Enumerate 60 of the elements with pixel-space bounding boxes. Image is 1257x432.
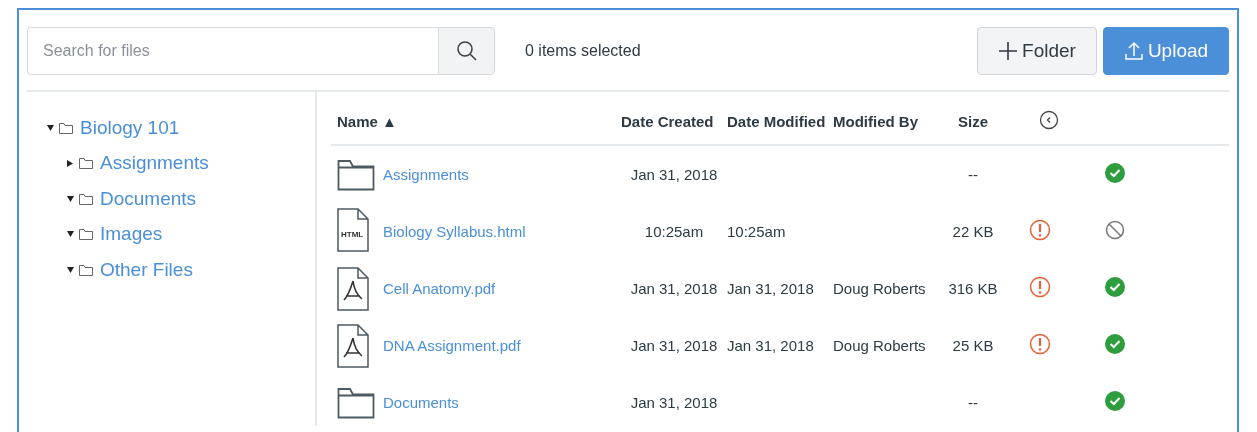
file-link[interactable]: Biology Syllabus.html	[383, 223, 621, 240]
folder-icon	[59, 121, 73, 134]
file-link[interactable]: Documents	[383, 394, 621, 411]
folder-icon	[79, 192, 93, 205]
table-cell-text: Jan 31, 2018	[629, 280, 719, 297]
folder-icon	[337, 158, 375, 191]
column-header[interactable]: Size	[937, 106, 1009, 130]
selection-count: 0 items selected	[525, 42, 642, 60]
tree-item[interactable]: Other Files	[100, 258, 193, 281]
table-cell-text: Doug Roberts	[833, 280, 927, 297]
tree-item[interactable]: Biology 101	[80, 116, 180, 139]
folder-icon	[79, 263, 93, 276]
expanded-arrow-icon[interactable]	[47, 124, 55, 131]
add-folder-button[interactable]: Folder	[977, 27, 1097, 75]
table-cell-text: 25 KB	[951, 337, 995, 354]
file-type-label: HTML	[341, 230, 364, 239]
search-field[interactable]: Search for files	[27, 27, 438, 75]
published-icon[interactable]	[1105, 277, 1125, 297]
file-link[interactable]: Assignments	[383, 166, 621, 183]
tree-item[interactable]: Documents	[100, 187, 197, 210]
pdf-file-icon	[337, 323, 369, 368]
table-cell-text: Jan 31, 2018	[629, 394, 719, 411]
file-link[interactable]: Cell Anatomy.pdf	[383, 280, 621, 297]
tree-item[interactable]: Images	[100, 223, 163, 246]
table-cell-text: 10:25am	[643, 223, 705, 240]
upload-icon	[1123, 41, 1144, 61]
unpublished-icon[interactable]	[1105, 220, 1125, 240]
folder-icon	[337, 386, 375, 419]
published-icon[interactable]	[1105, 334, 1125, 354]
collapsed-arrow-icon[interactable]	[67, 159, 75, 167]
expanded-arrow-icon[interactable]	[67, 231, 75, 238]
expanded-arrow-icon[interactable]	[67, 266, 75, 273]
search-icon	[455, 40, 478, 62]
file-link[interactable]: DNA Assignment.pdf	[383, 337, 621, 354]
table-cell-text: 316 KB	[947, 280, 999, 297]
table-cell-text: 10:25am	[727, 223, 787, 240]
column-header[interactable]: Date Modified	[727, 106, 833, 130]
published-icon[interactable]	[1105, 391, 1125, 411]
published-icon[interactable]	[1105, 163, 1125, 183]
html-file-icon	[337, 208, 369, 252]
table-cell-text: --	[967, 394, 979, 411]
table-cell-text: Jan 31, 2018	[629, 166, 719, 183]
column-header[interactable]: Modified By	[833, 106, 937, 130]
column-header[interactable]: Name ▲	[331, 106, 621, 130]
plus-icon	[998, 41, 1019, 61]
folder-icon	[79, 157, 93, 170]
table-cell-text: --	[967, 166, 979, 183]
table-cell-text: Doug Roberts	[833, 337, 927, 354]
expanded-arrow-icon[interactable]	[67, 195, 75, 202]
table-cell-text: Jan 31, 2018	[629, 337, 719, 354]
search-button[interactable]	[438, 27, 495, 75]
pdf-file-icon	[337, 266, 369, 311]
table-cell-text: Jan 31, 2018	[727, 337, 815, 354]
column-header[interactable]: Date Created	[621, 106, 727, 130]
circle-icon	[1039, 109, 1059, 130]
folder-icon	[79, 228, 93, 241]
upload-button[interactable]: Upload	[1103, 27, 1229, 75]
table-cell-text: Jan 31, 2018	[727, 280, 815, 297]
table-cell-text: 22 KB	[951, 223, 995, 240]
tree-item[interactable]: Assignments	[100, 152, 209, 175]
